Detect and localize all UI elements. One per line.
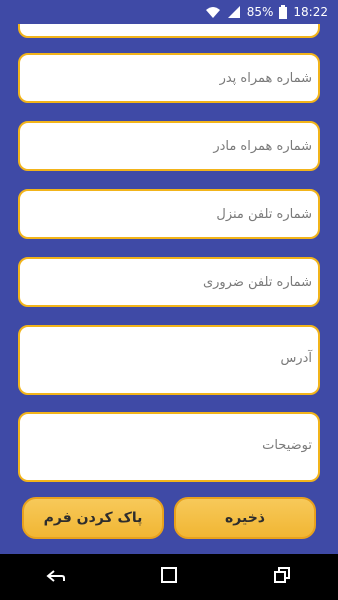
home-button[interactable] (149, 557, 189, 597)
battery-icon (279, 5, 288, 19)
signal-icon (227, 5, 241, 19)
address-input[interactable]: آدرس (18, 325, 320, 395)
home-phone-input[interactable]: شماره تلفن منزل (18, 189, 320, 239)
recents-button[interactable] (262, 557, 302, 597)
address-placeholder: آدرس (280, 351, 312, 366)
home-icon (160, 566, 178, 588)
recents-icon (273, 566, 291, 588)
save-label: ذخیره (225, 510, 265, 526)
wifi-icon (205, 5, 221, 19)
emergency-phone-input[interactable]: شماره تلفن ضروری (18, 257, 320, 307)
mother-mobile-input[interactable]: شماره همراه مادر (18, 121, 320, 171)
save-button[interactable]: ذخیره (174, 497, 316, 539)
mother-mobile-placeholder: شماره همراه مادر (213, 138, 312, 154)
notes-input[interactable]: توضیحات (18, 412, 320, 482)
clear-form-button[interactable]: پاک کردن فرم (22, 497, 164, 539)
emergency-phone-placeholder: شماره تلفن ضروری (202, 274, 312, 290)
navigation-bar (0, 554, 338, 600)
father-mobile-placeholder: شماره همراه پدر (219, 70, 312, 86)
father-mobile-input[interactable]: شماره همراه پدر (18, 53, 320, 103)
back-icon (46, 568, 66, 587)
clear-form-label: پاک کردن فرم (43, 510, 143, 526)
battery-percent: 85% (246, 5, 274, 19)
notes-placeholder: توضیحات (262, 438, 312, 453)
clock: 18:22 (293, 5, 328, 19)
form-scroll-area[interactable]: شماره همراه پدر شماره همراه مادر شماره ت… (0, 24, 338, 554)
back-button[interactable] (36, 557, 76, 597)
home-phone-placeholder: شماره تلفن منزل (216, 206, 312, 222)
previous-field[interactable] (18, 24, 320, 38)
status-bar: 85% 18:22 (0, 0, 338, 24)
